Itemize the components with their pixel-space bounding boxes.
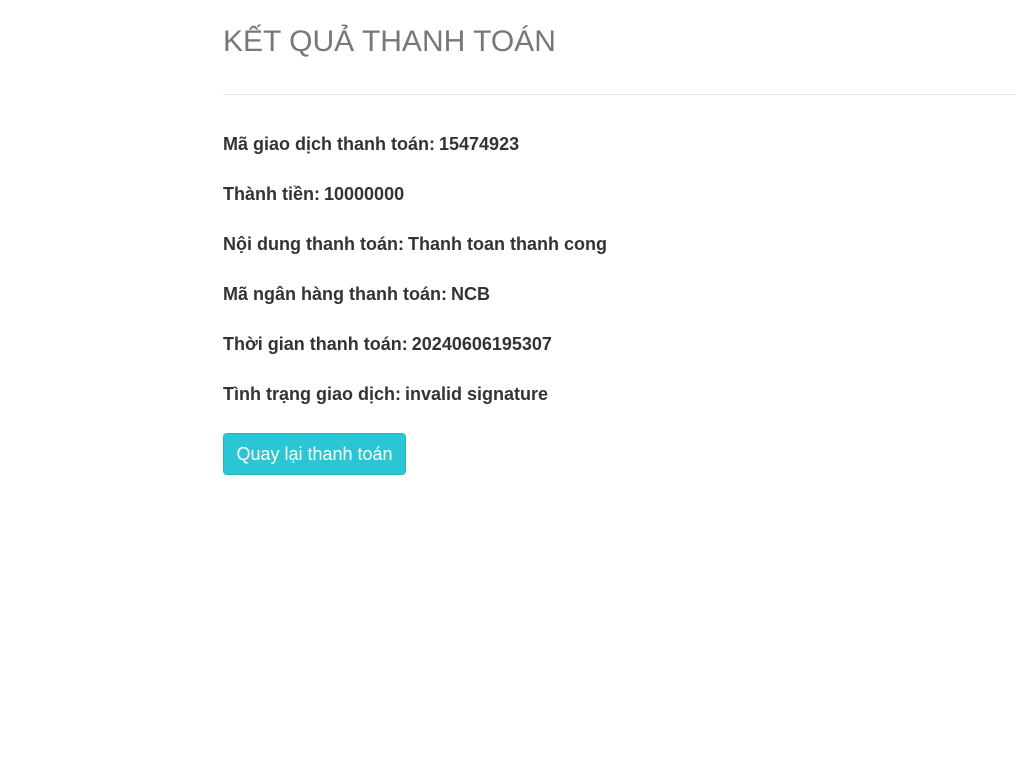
payment-time-value: 20240606195307 [411, 334, 552, 354]
transaction-status-label: Tình trạng giao dịch: [223, 384, 401, 404]
bank-code-label: Mã ngân hàng thanh toán: [223, 284, 447, 304]
payment-time-label: Thời gian thanh toán: [223, 334, 408, 354]
payment-content-label: Nội dung thanh toán: [223, 234, 404, 254]
payment-content-value: Thanh toan thanh cong [407, 234, 607, 254]
transaction-status-row: Tình trạng giao dịch: invalid signature [223, 384, 548, 405]
payment-time-row: Thời gian thanh toán: 20240606195307 [223, 334, 552, 355]
transaction-id-value: 15474923 [439, 134, 520, 154]
bank-code-value: NCB [450, 284, 490, 304]
transaction-id-row: Mã giao dịch thanh toán: 15474923 [223, 134, 519, 155]
back-to-payment-button[interactable]: Quay lại thanh toán [223, 433, 406, 475]
amount-row: Thành tiền: 10000000 [223, 184, 404, 205]
page-title: KẾT QUẢ THANH TOÁN [223, 25, 556, 58]
transaction-status-value: invalid signature [405, 384, 549, 404]
title-divider [223, 94, 1016, 95]
amount-label: Thành tiền: [223, 184, 320, 204]
transaction-id-label: Mã giao dịch thanh toán: [223, 134, 435, 154]
bank-code-row: Mã ngân hàng thanh toán: NCB [223, 284, 490, 305]
payment-content-row: Nội dung thanh toán: Thanh toan thanh con… [223, 234, 607, 255]
amount-value: 10000000 [324, 184, 405, 204]
